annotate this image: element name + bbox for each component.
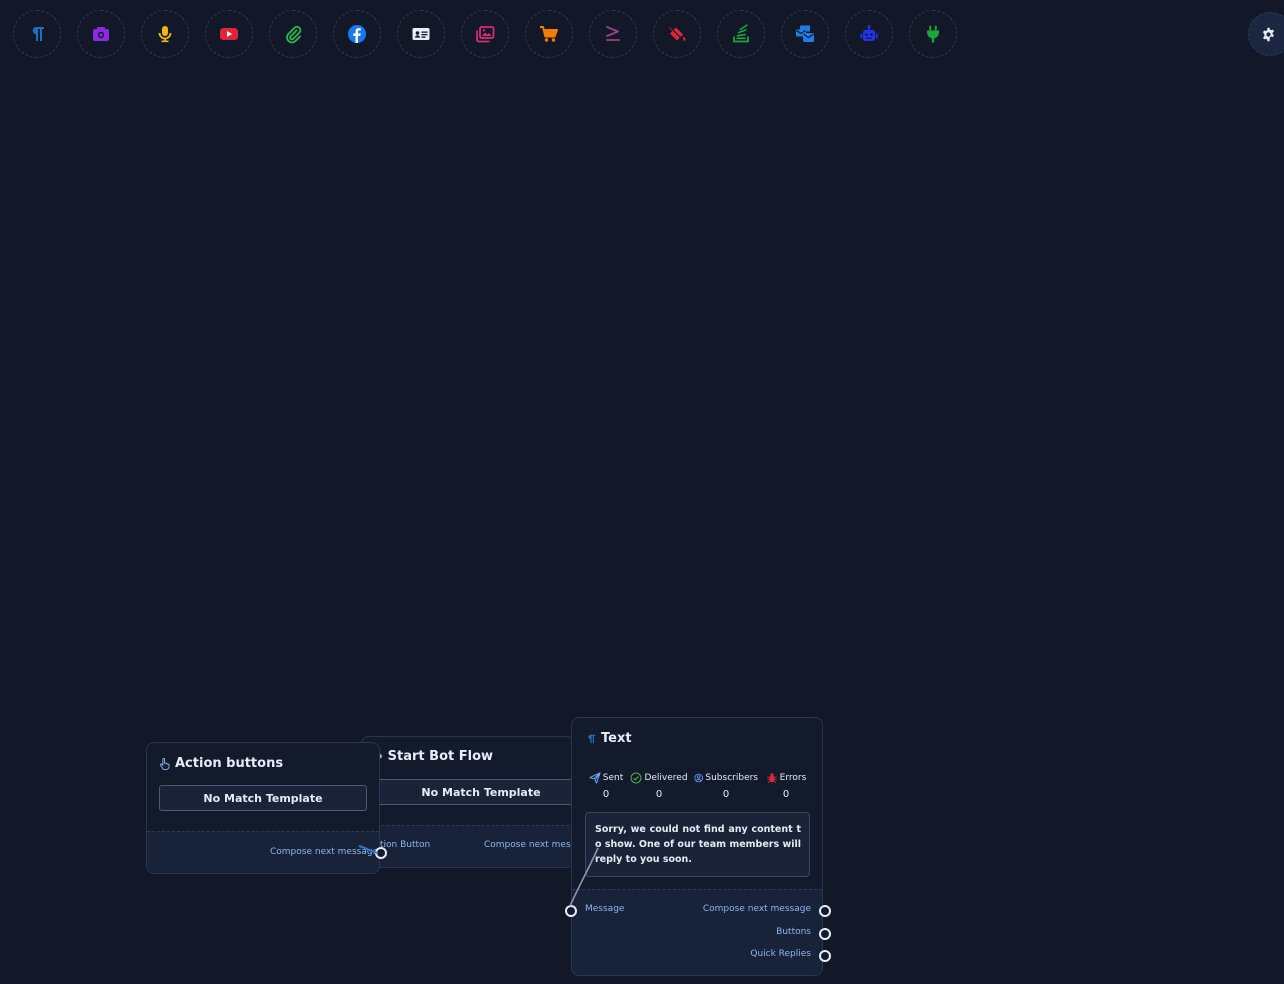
start-bot-flow-footer: tion Button Compose next messa [362, 825, 574, 867]
paperclip-icon [286, 25, 302, 44]
hand-pointer-icon [160, 757, 170, 770]
quick-replies-output-label: Quick Replies [750, 949, 811, 959]
start-bot-flow-template-button[interactable]: No Match Template [377, 779, 574, 805]
mail-bulk-icon [796, 25, 814, 42]
buttons-output-label: Buttons [776, 927, 811, 937]
facebook-tool-button[interactable] [333, 10, 381, 58]
ai-bot-tool-button[interactable] [845, 10, 893, 58]
user-input-tool-button[interactable] [653, 10, 701, 58]
plug-icon [926, 25, 940, 43]
action-buttons-output-port[interactable] [375, 847, 387, 859]
shopping-cart-icon [540, 26, 558, 42]
robot-icon [860, 25, 878, 41]
start-bot-flow-node[interactable]: • Start Bot Flow No Match Template tion … [361, 736, 575, 868]
microphone-icon [158, 26, 172, 43]
text-node[interactable]: Text Sent 0 Delivered 0 Subscribers 0 Er… [571, 717, 823, 976]
stat-delivered: Delivered 0 [627, 772, 691, 800]
gallery-tool-button[interactable] [461, 10, 509, 58]
condition-tool-button[interactable] [589, 10, 637, 58]
start-bot-flow-output-label: Compose next messa [484, 840, 575, 850]
text-tool-button[interactable] [13, 10, 61, 58]
email-tool-button[interactable] [781, 10, 829, 58]
audio-tool-button[interactable] [141, 10, 189, 58]
message-preview[interactable]: Sorry, we could not find any content to … [585, 812, 810, 877]
stat-subscribers: Subscribers 0 [694, 772, 758, 800]
action-buttons-template-button[interactable]: No Match Template [159, 785, 367, 811]
file-tool-button[interactable] [269, 10, 317, 58]
paragraph-icon [32, 27, 44, 41]
bug-icon [766, 773, 777, 784]
start-bot-flow-title: • Start Bot Flow [376, 749, 493, 764]
facebook-icon [348, 25, 366, 43]
compose-next-message-label: Compose next message [702, 904, 811, 914]
stat-errors: Errors 0 [754, 772, 818, 800]
camera-icon [93, 27, 109, 41]
webhook-tool-button[interactable] [909, 10, 957, 58]
gear-icon [1263, 27, 1274, 41]
text-node-input-port[interactable] [565, 905, 577, 917]
ecommerce-tool-button[interactable] [525, 10, 573, 58]
fill-bucket-icon [668, 25, 686, 43]
paragraph-icon [588, 734, 596, 743]
sequence-tool-button[interactable] [717, 10, 765, 58]
compose-next-message-port[interactable] [819, 905, 831, 917]
card-tool-button[interactable] [397, 10, 445, 58]
greater-equal-icon [606, 26, 620, 41]
image-tool-button[interactable] [77, 10, 125, 58]
text-node-input-label: Message [585, 904, 625, 914]
flow-canvas[interactable]: • Start Bot Flow No Match Template tion … [0, 0, 1284, 984]
youtube-icon [220, 28, 238, 40]
text-node-footer: Message Compose next message Buttons Qui… [572, 889, 822, 975]
video-tool-button[interactable] [205, 10, 253, 58]
buttons-output-port[interactable] [819, 928, 831, 940]
quick-replies-output-port[interactable] [819, 950, 831, 962]
action-buttons-title: Action buttons [159, 756, 283, 771]
user-circle-icon [694, 773, 703, 783]
action-buttons-node[interactable]: Action buttons No Match Template Compose… [146, 742, 380, 874]
stack-icon [733, 24, 749, 43]
action-buttons-footer: Compose next message [147, 831, 379, 873]
contact-card-icon [412, 28, 430, 40]
images-icon [476, 26, 495, 43]
paper-plane-icon [589, 772, 601, 784]
settings-button[interactable] [1248, 12, 1284, 56]
text-node-title: Text [585, 731, 632, 746]
start-bot-flow-input-label: tion Button [380, 840, 431, 850]
action-buttons-output-label: Compose next message [270, 847, 379, 857]
check-circle-icon [630, 772, 642, 784]
